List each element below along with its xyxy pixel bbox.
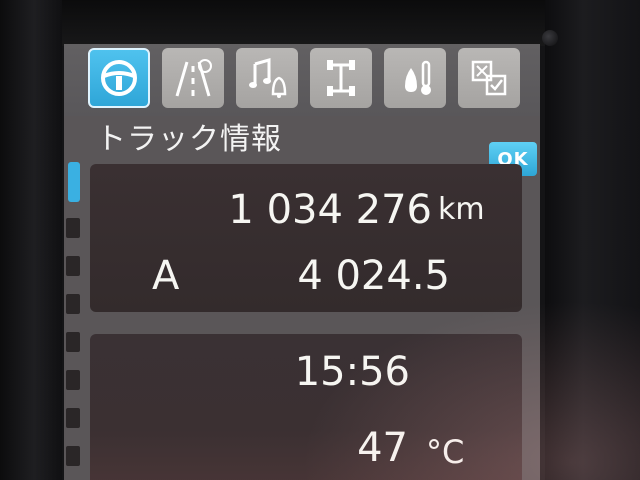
scrollbar-notch — [66, 294, 80, 314]
tab-audio[interactable] — [236, 48, 298, 108]
scrollbar-notch — [66, 408, 80, 428]
tab-temperature[interactable] — [384, 48, 446, 108]
tab-steering[interactable] — [88, 48, 150, 108]
page-title: トラック情報 — [96, 122, 282, 157]
time-temperature-panel: 15:56 47 °C — [90, 334, 522, 480]
music-bell-icon — [249, 58, 287, 98]
trip-value: 4 024.5 — [297, 253, 450, 299]
dashboard-bezel-right — [545, 0, 640, 480]
distance-panel: 1 034 276 km A 4 024.5 — [90, 164, 522, 312]
outside-temperature-value: 47 — [357, 425, 408, 471]
scrollbar-notch — [66, 218, 80, 238]
scrollbar-notch — [66, 332, 80, 352]
fluid-temperature-icon — [405, 60, 431, 95]
scrollbar[interactable] — [64, 154, 84, 480]
trip-label: A — [152, 253, 180, 299]
settings-check-icon — [471, 60, 507, 96]
odometer-value: 1 034 276 — [228, 187, 432, 233]
odometer-unit: km — [438, 192, 485, 227]
dashboard-bezel-left — [0, 0, 62, 480]
scrollbar-notch — [66, 256, 80, 276]
bezel-screw — [542, 30, 558, 46]
steering-wheel-icon — [101, 60, 137, 96]
instrument-display: トラック情報 OK 1 034 276 km A 4 024.5 15:56 4… — [64, 44, 540, 480]
tab-settings[interactable] — [458, 48, 520, 108]
scrollbar-notch — [66, 446, 80, 466]
truck-axle-icon — [327, 60, 355, 96]
scrollbar-notch — [66, 370, 80, 390]
clock-time: 15:56 — [294, 349, 410, 395]
tab-vehicle[interactable] — [310, 48, 372, 108]
tab-road[interactable] — [162, 48, 224, 108]
menu-tab-bar — [64, 44, 540, 116]
temperature-unit: °C — [426, 433, 465, 471]
road-lanes-icon — [175, 59, 212, 97]
scrollbar-thumb[interactable] — [68, 162, 80, 202]
